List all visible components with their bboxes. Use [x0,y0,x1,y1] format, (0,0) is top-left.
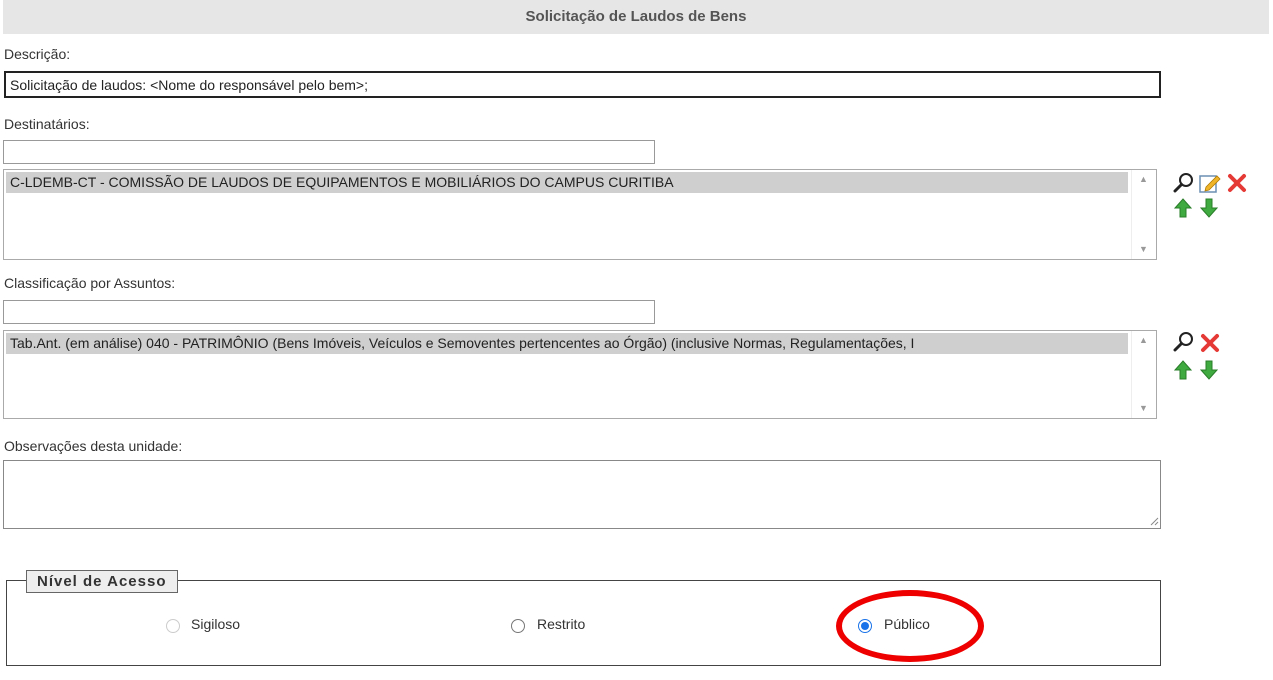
radio-publico[interactable] [858,619,872,633]
page-title: Solicitação de Laudos de Bens [3,0,1269,34]
arrow-down-icon[interactable] [1200,360,1218,380]
scrollbar[interactable]: ▲ ▼ [1131,331,1156,418]
scroll-down-icon[interactable]: ▼ [1139,244,1148,254]
descricao-input[interactable]: Solicitação de laudos: <Nome do responsá… [4,71,1161,98]
destinatarios-label: Destinatários: [4,116,90,132]
observacoes-textarea[interactable] [3,460,1161,529]
descricao-label: Descrição: [4,46,71,62]
destinatarios-listbox[interactable]: C-LDEMB-CT - COMISSÃO DE LAUDOS DE EQUIP… [3,169,1157,260]
destinatarios-search-input[interactable] [3,140,655,164]
remove-icon[interactable] [1200,333,1220,353]
nivel-acesso-legend: Nível de Acesso [26,570,178,593]
radio-restrito-label[interactable]: Restrito [537,616,585,632]
classificacao-listbox[interactable]: Tab.Ant. (em análise) 040 - PATRIMÔNIO (… [3,330,1157,419]
arrow-up-icon[interactable] [1174,198,1192,218]
radio-sigiloso-label[interactable]: Sigiloso [191,616,240,632]
radio-restrito[interactable] [511,619,525,633]
remove-icon[interactable] [1227,173,1247,193]
observacoes-label: Observações desta unidade: [4,438,183,454]
resize-handle-icon[interactable] [1149,516,1159,526]
arrow-down-icon[interactable] [1200,198,1218,218]
search-icon[interactable] [1173,331,1195,353]
scroll-up-icon[interactable]: ▲ [1139,335,1148,345]
scroll-up-icon[interactable]: ▲ [1139,174,1148,184]
list-item[interactable]: Tab.Ant. (em análise) 040 - PATRIMÔNIO (… [6,333,1128,354]
edit-icon[interactable] [1199,173,1221,193]
classificacao-label: Classificação por Assuntos: [4,275,176,291]
classificacao-search-input[interactable] [3,300,655,324]
radio-publico-label[interactable]: Público [884,616,930,632]
search-icon[interactable] [1173,172,1195,194]
scrollbar[interactable]: ▲ ▼ [1131,170,1156,259]
arrow-up-icon[interactable] [1174,360,1192,380]
radio-sigiloso[interactable] [166,619,180,633]
scroll-down-icon[interactable]: ▼ [1139,403,1148,413]
list-item[interactable]: C-LDEMB-CT - COMISSÃO DE LAUDOS DE EQUIP… [6,172,1128,193]
